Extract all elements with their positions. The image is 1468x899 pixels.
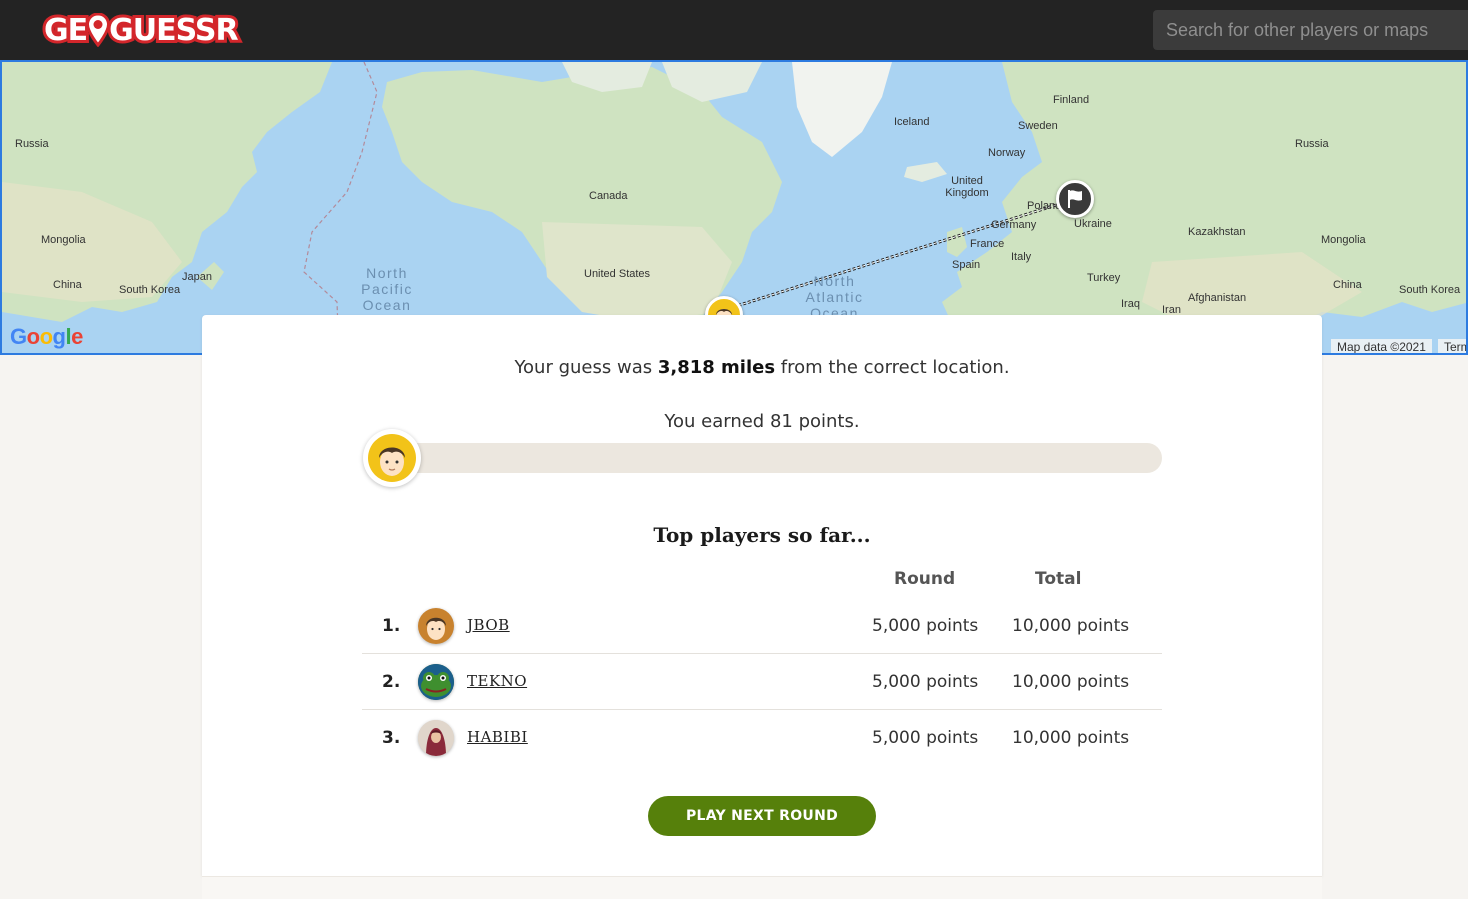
map-label-japan: Japan	[182, 271, 212, 283]
column-header-total: Total	[1035, 569, 1082, 589]
play-next-round-button[interactable]: PLAY NEXT ROUND	[648, 796, 876, 836]
map-label-turkey: Turkey	[1087, 272, 1121, 284]
distance-prefix: Your guess was	[514, 357, 658, 378]
map-label-italy: Italy	[1011, 251, 1032, 263]
distance-value: 3,818 miles	[657, 357, 776, 378]
map-label-russia: Russia	[1295, 138, 1329, 150]
leaderboard-title: Top players so far...	[653, 523, 871, 547]
map-label-china: China	[1333, 279, 1362, 291]
round-points: 5,000 points	[872, 672, 979, 692]
leaderboard-row: 3. HABIBI 5,000 points 10,000 points	[362, 710, 1162, 766]
avatar-frog-icon	[418, 664, 454, 700]
map-label-mongolia: Mongolia	[1321, 234, 1366, 246]
player-name-link[interactable]: HABIBI	[467, 728, 528, 746]
round-points: 5,000 points	[872, 616, 979, 636]
map-label-south-korea: South Korea	[1399, 284, 1461, 296]
total-points: 10,000 points	[1012, 728, 1130, 748]
player-face-icon	[379, 447, 405, 476]
map-label-afghanistan: Afghanistan	[1188, 292, 1247, 304]
player-avatar[interactable]	[418, 608, 454, 644]
round-points: 5,000 points	[872, 728, 979, 748]
map-label-finland: Finland	[1053, 94, 1090, 106]
map-label-north-atlantic: North Atlantic Ocean	[805, 273, 864, 321]
map-label-iceland: Iceland	[894, 116, 930, 128]
map-label-france: France	[970, 238, 1005, 250]
map-label-ukraine: Ukraine	[1074, 218, 1112, 230]
avatar-face-icon	[426, 617, 446, 640]
player-avatar[interactable]	[418, 720, 454, 756]
map-label-germany: Germany	[991, 219, 1037, 231]
total-points: 10,000 points	[1012, 672, 1130, 692]
player-name-link[interactable]: JBOB	[467, 616, 510, 634]
player-avatar	[363, 429, 421, 487]
player-avatar[interactable]	[418, 664, 454, 700]
map-label-spain: Spain	[952, 259, 981, 271]
distance-text: Your guess was 3,818 miles from the corr…	[202, 357, 1322, 378]
column-header-round: Round	[894, 569, 956, 589]
avatar-person-icon	[418, 720, 454, 756]
map-terms-link[interactable]: Terms	[1438, 339, 1466, 353]
logo-text-right: GUESSR	[106, 10, 241, 51]
card-footer-strip	[202, 876, 1322, 899]
location-pin-icon	[86, 13, 111, 47]
leaderboard-row: 2. TEKNO 5,000 points 10,000 points	[362, 654, 1162, 710]
map-label-norway: Norway	[988, 147, 1026, 159]
points-earned-text: You earned 81 points.	[664, 411, 860, 432]
map-label-united-states: United States	[584, 268, 651, 280]
distance-suffix: from the correct location.	[775, 357, 1010, 378]
map-label-kazakhstan: Kazakhstan	[1188, 226, 1246, 238]
map-attribution: Map data ©2021	[1331, 339, 1432, 353]
geoguessr-logo[interactable]: GE GUESSR	[41, 10, 242, 51]
correct-location-flag-marker[interactable]	[1056, 180, 1094, 218]
map-label-sweden: Sweden	[1018, 120, 1058, 132]
map-label-south-korea: South Korea	[119, 284, 181, 296]
result-map[interactable]: Russia Russia Mongolia Mongolia China Ch…	[0, 60, 1468, 355]
search-input[interactable]	[1153, 10, 1468, 50]
flag-icon	[1068, 190, 1082, 208]
rank-number: 3.	[382, 728, 401, 748]
rank-number: 2.	[382, 672, 401, 692]
result-card: Your guess was 3,818 miles from the corr…	[202, 315, 1322, 876]
top-bar: GE GUESSR	[0, 0, 1468, 60]
google-logo[interactable]: Google	[10, 324, 83, 350]
map-label-north-pacific: North Pacific Ocean	[361, 265, 413, 313]
score-progress-bar	[382, 443, 1162, 473]
logo-text-left: GE	[41, 10, 91, 51]
player-name-link[interactable]: TEKNO	[467, 672, 527, 690]
map-label-china: China	[53, 279, 82, 291]
total-points: 10,000 points	[1012, 616, 1130, 636]
leaderboard-row: 1. JBOB 5,000 points 10,000 points	[362, 598, 1162, 654]
map-label-united-kingdom: United Kingdom	[945, 175, 989, 199]
map-label-iraq: Iraq	[1121, 298, 1140, 310]
map-label-mongolia: Mongolia	[41, 234, 86, 246]
rank-number: 1.	[382, 616, 401, 636]
map-label-canada: Canada	[589, 190, 628, 202]
map-label-russia: Russia	[15, 138, 49, 150]
